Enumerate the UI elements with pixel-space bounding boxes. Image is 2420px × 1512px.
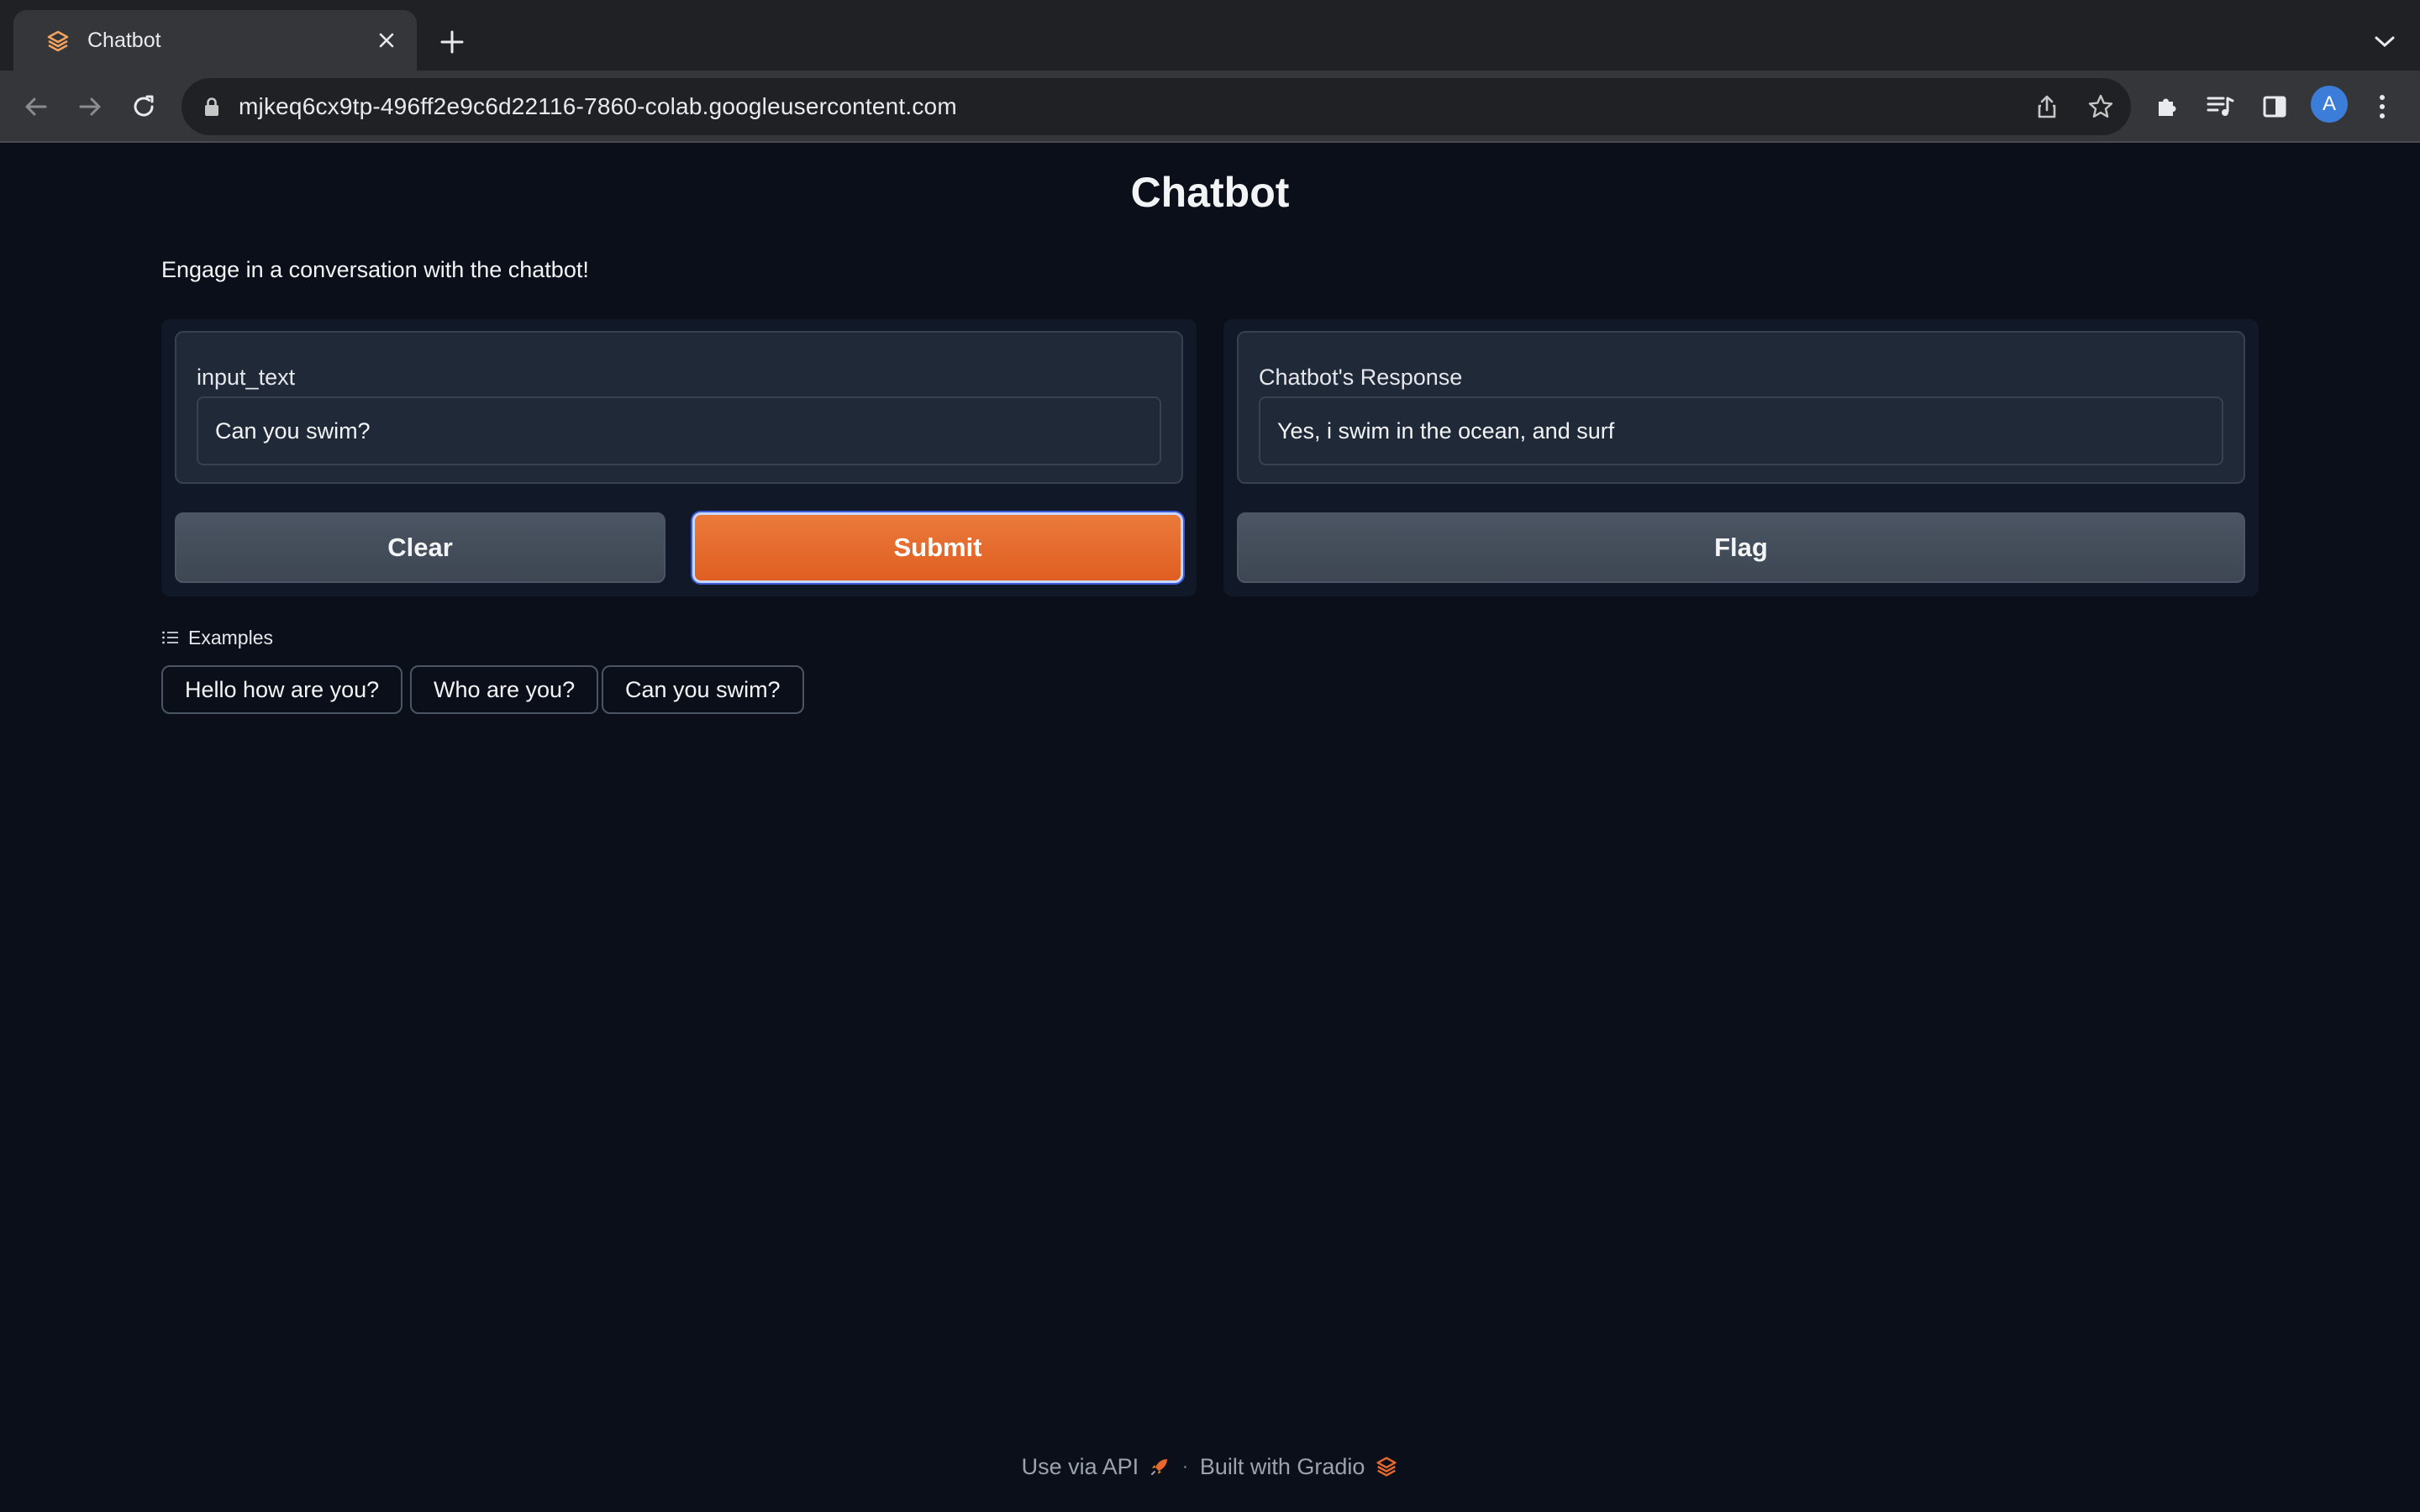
gradio-logo-icon	[1376, 1457, 1397, 1477]
example-item[interactable]: Who are you?	[410, 665, 599, 714]
input-label: input_text	[197, 365, 296, 390]
new-tab-plus-icon[interactable]	[434, 24, 471, 60]
output-textbox[interactable]: Yes, i swim in the ocean, and surf	[1259, 396, 2223, 465]
built-with-label: Built with Gradio	[1199, 1453, 1365, 1479]
output-block: Chatbot's Response Yes, i swim in the oc…	[1237, 331, 2245, 484]
built-with-gradio-link[interactable]: Built with Gradio	[1200, 1454, 1399, 1480]
page-description: Engage in a conversation with the chatbo…	[161, 257, 589, 282]
input-block: input_text Can you swim?	[175, 331, 1183, 484]
gradio-logo-icon	[47, 30, 69, 52]
footer: Use via API · Built with Gradio	[0, 1450, 2420, 1483]
clear-button[interactable]: Clear	[175, 512, 666, 583]
chevron-down-icon[interactable]	[2368, 25, 2402, 59]
address-bar[interactable]: mjkeq6cx9tp-496ff2e9c6d22116-7860-colab.…	[182, 78, 2131, 135]
share-icon[interactable]	[2030, 90, 2064, 123]
use-via-api-link[interactable]: Use via API	[1022, 1454, 1171, 1480]
close-icon[interactable]	[371, 25, 402, 55]
extensions-puzzle-icon[interactable]	[2148, 87, 2186, 126]
lock-icon	[205, 97, 218, 116]
flag-button[interactable]: Flag	[1237, 512, 2245, 583]
browser-toolbar: mjkeq6cx9tp-496ff2e9c6d22116-7860-colab.…	[0, 71, 2420, 143]
url-text: mjkeq6cx9tp-496ff2e9c6d22116-7860-colab.…	[239, 93, 957, 119]
submit-button[interactable]: Submit	[692, 512, 1183, 583]
side-panel-icon[interactable]	[2255, 87, 2294, 126]
browser-tab[interactable]: Chatbot	[13, 10, 417, 71]
input-textbox[interactable]: Can you swim?	[197, 396, 1161, 465]
forward-arrow-icon[interactable]	[71, 87, 109, 126]
examples-label: Examples	[188, 626, 273, 648]
example-item[interactable]: Hello how are you?	[161, 665, 403, 714]
example-item[interactable]: Can you swim?	[602, 665, 804, 714]
reload-icon[interactable]	[124, 87, 163, 126]
media-playlist-icon[interactable]	[2202, 87, 2240, 126]
rocket-icon	[1151, 1459, 1168, 1475]
profile-avatar[interactable]: A	[2311, 86, 2348, 123]
footer-separator: ·	[1182, 1457, 1188, 1476]
back-arrow-icon[interactable]	[17, 87, 55, 126]
list-icon	[162, 631, 178, 644]
page-title: Chatbot	[1130, 169, 1290, 216]
browser-tab-bar: Chatbot	[0, 0, 2420, 71]
star-bookmark-icon[interactable]	[2084, 90, 2118, 123]
more-vert-icon[interactable]	[2363, 87, 2402, 126]
output-label: Chatbot's Response	[1259, 365, 1463, 390]
use-via-api-label: Use via API	[1021, 1453, 1139, 1479]
tab-title: Chatbot	[87, 29, 161, 52]
examples-header: Examples	[161, 625, 273, 650]
